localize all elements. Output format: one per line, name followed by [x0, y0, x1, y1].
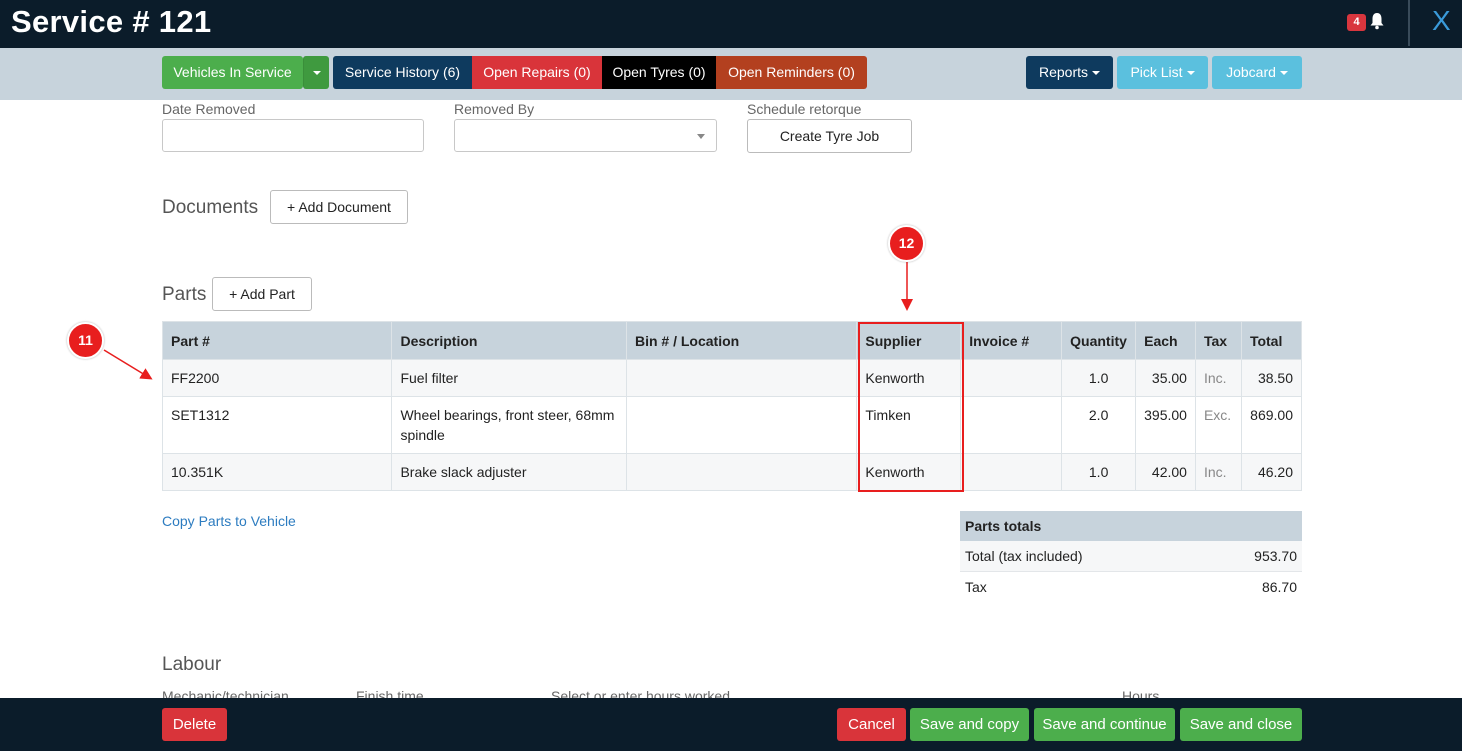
annotation-callout-12: 12 — [888, 225, 925, 262]
callout-11-arrow — [103, 349, 153, 380]
annotation-arrows — [103, 262, 913, 380]
annotation-callout-11: 11 — [67, 322, 104, 359]
